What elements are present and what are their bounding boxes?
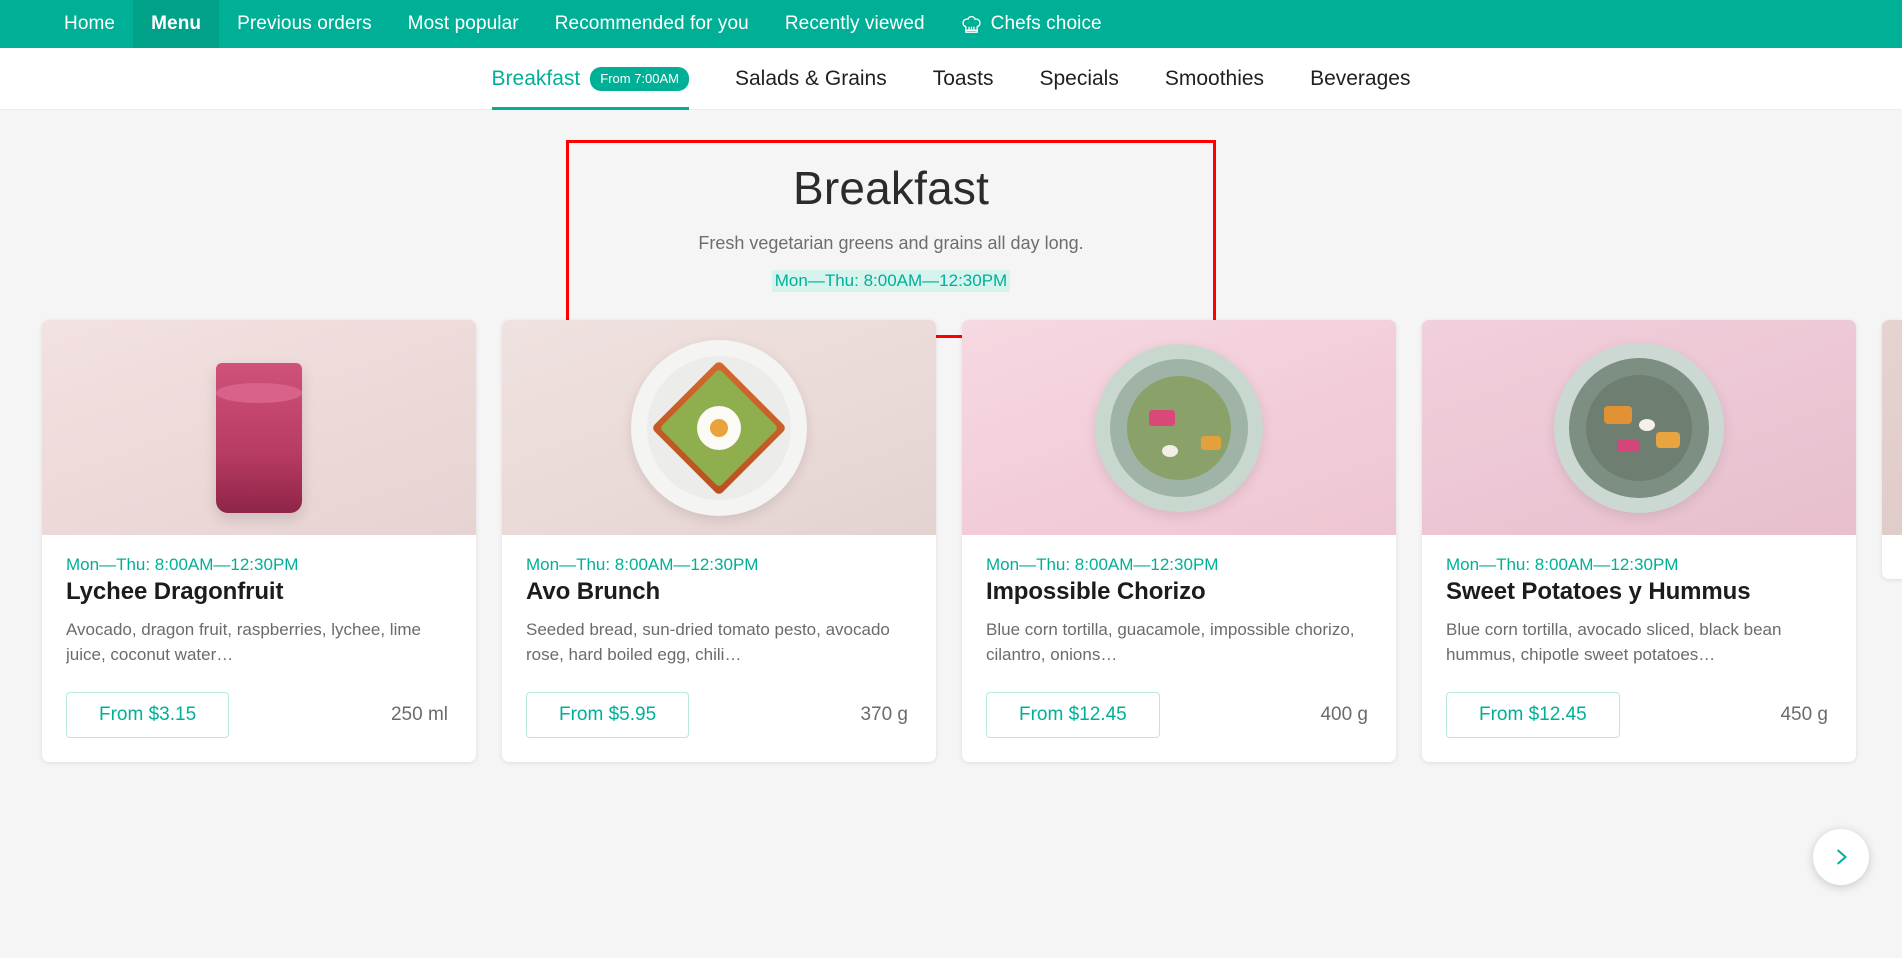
price-button[interactable]: From $12.45	[1446, 692, 1620, 738]
menu-item-photo	[1422, 320, 1856, 535]
menu-item-description: Seeded bread, sun-dried tomato pesto, av…	[526, 620, 890, 664]
photo-chorizo-bowl	[962, 320, 1396, 535]
tab-toasts[interactable]: Toasts	[910, 48, 1017, 110]
nav-item-label: Recently viewed	[784, 13, 925, 34]
page-title: Breakfast	[792, 162, 990, 214]
menu-item-footer: From $5.95 370 g	[526, 692, 912, 738]
price-button[interactable]: From $12.45	[986, 692, 1160, 738]
photo-smoothie	[42, 320, 476, 535]
tab-label: Breakfast	[491, 66, 581, 90]
tab-label: Smoothies	[1164, 66, 1265, 90]
menu-item-description: Blue corn tortilla, avocado sliced, blac…	[1446, 620, 1782, 664]
menu-item-footer: From $3.15 250 ml	[66, 692, 452, 738]
menu-item-title: Impossible Chorizo	[986, 578, 1206, 605]
menu-item-weight: 370 g	[860, 704, 908, 725]
menu-item-hours: Mon—Thu: 8:00AM—12:30PM	[526, 555, 759, 574]
nav-item-menu[interactable]: Menu	[133, 0, 220, 48]
menu-item-title: Avo Brunch	[526, 578, 661, 605]
menu-item-description: Blue corn tortilla, guacamole, impossibl…	[986, 620, 1355, 664]
menu-item-photo	[1882, 320, 1902, 535]
page-subtitle: Fresh vegetarian greens and grains all d…	[698, 232, 1084, 253]
tab-badge-from-time: From 7:00AM	[590, 66, 689, 91]
menu-item-weight: 400 g	[1320, 704, 1368, 725]
category-hours: Mon—Thu: 8:00AM—12:30PM	[771, 269, 1011, 292]
nav-item-label: Home	[64, 13, 116, 34]
photo-sweet-potato-bowl	[1422, 320, 1856, 535]
menu-card[interactable]: Mon—Thu: 8:00AM—12:30PM Sweet Potatoes y…	[1422, 320, 1856, 762]
menu-item-photo	[42, 320, 476, 535]
nav-item-most-popular[interactable]: Most popular	[390, 0, 537, 48]
chef-hat-icon	[961, 14, 982, 35]
menu-item-weight: 450 g	[1780, 704, 1828, 725]
tab-salads-and-grains[interactable]: Salads & Grains	[712, 48, 910, 110]
menu-item-hours: Mon—Thu: 8:00AM—12:30PM	[66, 555, 299, 574]
menu-card-list: Mon—Thu: 8:00AM—12:30PM Lychee Dragonfru…	[42, 320, 1902, 762]
tab-label: Salads & Grains	[735, 66, 887, 90]
menu-carousel: Mon—Thu: 8:00AM—12:30PM Lychee Dragonfru…	[0, 320, 1902, 920]
nav-item-label: Chefs choice	[990, 13, 1102, 34]
price-button[interactable]: From $5.95	[526, 692, 690, 738]
menu-item-hours: Mon—Thu: 8:00AM—12:30PM	[986, 555, 1219, 574]
annotation-highlight-box: Breakfast Fresh vegetarian greens and gr…	[566, 140, 1216, 338]
tab-label: Specials	[1039, 66, 1119, 90]
tab-specials[interactable]: Specials	[1016, 48, 1141, 110]
hero-section: Breakfast Fresh vegetarian greens and gr…	[0, 110, 1902, 338]
menu-card-partial[interactable]	[1882, 320, 1902, 579]
menu-item-photo	[502, 320, 936, 535]
primary-navigation: Home Menu Previous orders Most popular R…	[0, 0, 1902, 48]
nav-item-label: Menu	[151, 13, 202, 34]
tab-label: Beverages	[1310, 66, 1411, 90]
nav-item-recommended-for-you[interactable]: Recommended for you	[537, 0, 767, 48]
tab-beverages[interactable]: Beverages	[1287, 48, 1433, 110]
nav-item-recently-viewed[interactable]: Recently viewed	[767, 0, 943, 48]
nav-item-label: Previous orders	[237, 13, 372, 34]
menu-item-hours: Mon—Thu: 8:00AM—12:30PM	[1446, 555, 1679, 574]
menu-item-title: Lychee Dragonfruit	[66, 578, 284, 605]
category-tabbar: Breakfast From 7:00AM Salads & Grains To…	[0, 48, 1902, 110]
menu-item-title: Sweet Potatoes y Hummus	[1446, 578, 1751, 605]
tab-label: Toasts	[932, 66, 994, 90]
menu-item-footer: From $12.45 450 g	[1446, 692, 1832, 738]
price-button[interactable]: From $3.15	[66, 692, 230, 738]
carousel-next-button[interactable]	[1813, 829, 1869, 885]
nav-item-home[interactable]: Home	[46, 0, 133, 48]
menu-item-footer: From $12.45 400 g	[986, 692, 1372, 738]
nav-item-label: Recommended for you	[554, 13, 749, 34]
menu-card[interactable]: Mon—Thu: 8:00AM—12:30PM Avo Brunch Seede…	[502, 320, 936, 762]
tab-breakfast[interactable]: Breakfast From 7:00AM	[469, 48, 712, 110]
menu-card[interactable]: Mon—Thu: 8:00AM—12:30PM Impossible Chori…	[962, 320, 1396, 762]
nav-item-chefs-choice[interactable]: Chefs choice	[943, 0, 1120, 48]
chevron-right-icon	[1830, 846, 1852, 868]
nav-item-previous-orders[interactable]: Previous orders	[219, 0, 390, 48]
menu-card[interactable]: Mon—Thu: 8:00AM—12:30PM Lychee Dragonfru…	[42, 320, 476, 762]
menu-item-description: Avocado, dragon fruit, raspberries, lych…	[66, 620, 421, 664]
menu-item-photo	[962, 320, 1396, 535]
menu-item-weight: 250 ml	[390, 704, 448, 725]
photo-avocado-toast	[502, 320, 936, 535]
tab-smoothies[interactable]: Smoothies	[1142, 48, 1287, 110]
nav-item-label: Most popular	[407, 13, 519, 34]
